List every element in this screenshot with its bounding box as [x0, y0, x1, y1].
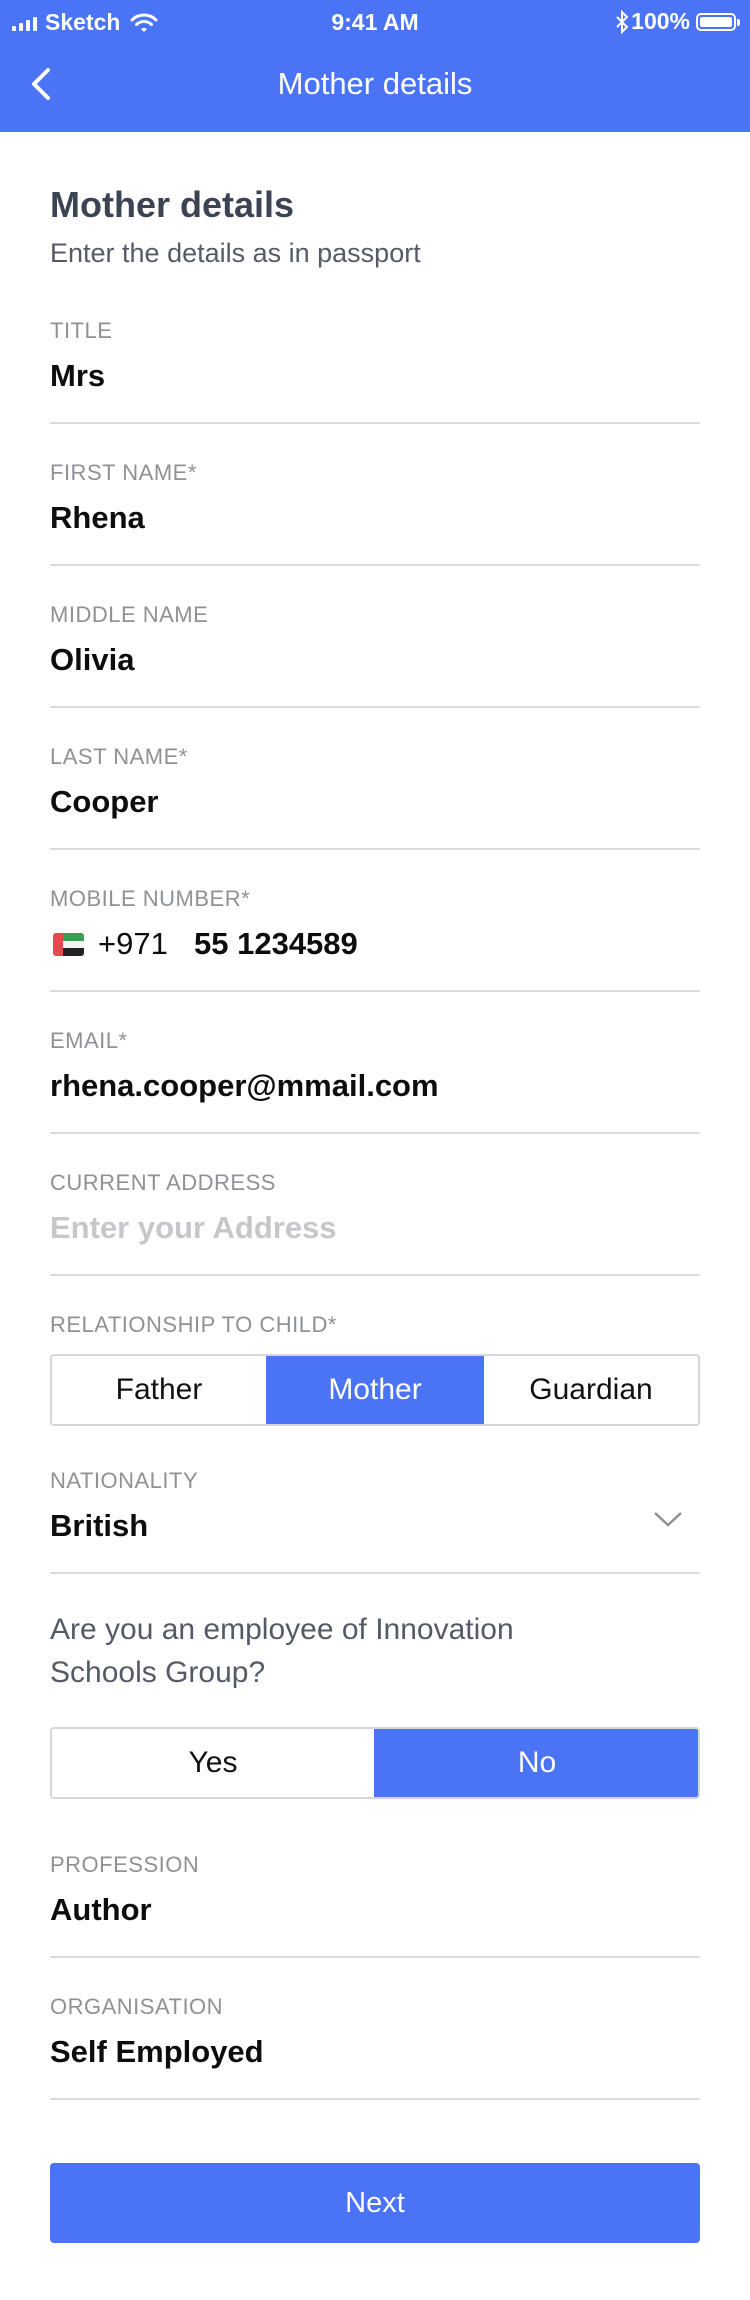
mobile-number-field[interactable]: MOBILE NUMBER* +971 55 1234589 — [50, 886, 700, 1029]
employee-option-yes[interactable]: Yes — [52, 1729, 374, 1797]
organisation-label: ORGANISATION — [50, 1994, 224, 2019]
battery-percent: 100% — [631, 8, 690, 34]
divider — [50, 1956, 700, 1958]
divider — [50, 422, 700, 424]
email-value[interactable]: rhena.cooper@mmail.com — [50, 1068, 439, 1104]
bluetooth-icon — [616, 9, 629, 34]
mobile-number-label: MOBILE NUMBER* — [50, 886, 251, 911]
middle-name-label: MIDDLE NAME — [50, 602, 209, 627]
divider — [50, 1132, 700, 1134]
battery-icon — [696, 12, 740, 31]
nationality-label: NATIONALITY — [50, 1468, 199, 1493]
organisation-value[interactable]: Self Employed — [50, 2034, 264, 2070]
email-field[interactable]: EMAIL* rhena.cooper@mmail.com — [50, 1028, 700, 1171]
relationship-field: RELATIONSHIP TO CHILD* Father Mother Gua… — [50, 1312, 700, 1438]
address-field[interactable]: CURRENT ADDRESS Enter your Address — [50, 1170, 700, 1313]
title-field[interactable]: TITLE Mrs — [50, 318, 700, 461]
title-label: TITLE — [50, 318, 113, 343]
last-name-label: LAST NAME* — [50, 744, 188, 769]
top-bar: Sketch 9:41 AM 100% Mother details — [0, 0, 750, 132]
relationship-label: RELATIONSHIP TO CHILD* — [50, 1312, 337, 1337]
profession-label: PROFESSION — [50, 1852, 200, 1877]
relationship-selector[interactable]: Father Mother Guardian — [50, 1354, 700, 1426]
employee-question: Are you an employee of Innovation School… — [50, 1613, 514, 1689]
status-right: 100% — [615, 8, 740, 35]
middle-name-value[interactable]: Olivia — [50, 642, 134, 678]
address-label: CURRENT ADDRESS — [50, 1170, 276, 1195]
employee-option-no[interactable]: No — [374, 1729, 698, 1797]
first-name-label: FIRST NAME* — [50, 460, 197, 485]
divider — [50, 1274, 700, 1276]
last-name-field[interactable]: LAST NAME* Cooper — [50, 744, 700, 887]
form-subheading: Enter the details as in passport — [50, 238, 421, 268]
country-code[interactable]: +971 — [98, 926, 168, 962]
nav-title: Mother details — [277, 66, 473, 101]
nationality-value[interactable]: British — [50, 1508, 148, 1544]
divider — [50, 2098, 700, 2100]
email-label: EMAIL* — [50, 1028, 128, 1053]
middle-name-field[interactable]: MIDDLE NAME Olivia — [50, 602, 700, 745]
mobile-number-value[interactable]: 55 1234589 — [194, 926, 358, 962]
relationship-option-mother[interactable]: Mother — [266, 1356, 482, 1424]
profession-field[interactable]: PROFESSION Author — [50, 1852, 700, 1995]
divider — [50, 848, 700, 850]
title-value[interactable]: Mrs — [50, 358, 105, 394]
divider — [50, 564, 700, 566]
organisation-field[interactable]: ORGANISATION Self Employed — [50, 1994, 700, 2137]
status-bar: Sketch 9:41 AM 100% — [0, 0, 750, 44]
address-input[interactable]: Enter your Address — [50, 1210, 337, 1246]
divider — [50, 990, 700, 992]
next-button[interactable]: Next — [50, 2163, 700, 2243]
nationality-field[interactable]: NATIONALITY British — [50, 1468, 700, 1611]
divider — [50, 1572, 700, 1574]
uae-flag-icon[interactable] — [53, 933, 84, 956]
profession-value[interactable]: Author — [50, 1892, 152, 1928]
last-name-value[interactable]: Cooper — [50, 784, 159, 820]
form-heading: Mother details — [50, 184, 295, 225]
divider — [50, 706, 700, 708]
first-name-value[interactable]: Rhena — [50, 500, 145, 536]
relationship-option-father[interactable]: Father — [52, 1356, 266, 1424]
first-name-field[interactable]: FIRST NAME* Rhena — [50, 460, 700, 603]
relationship-option-guardian[interactable]: Guardian — [482, 1356, 698, 1424]
chevron-down-icon[interactable] — [652, 1508, 684, 1530]
employee-selector[interactable]: Yes No — [50, 1727, 700, 1799]
